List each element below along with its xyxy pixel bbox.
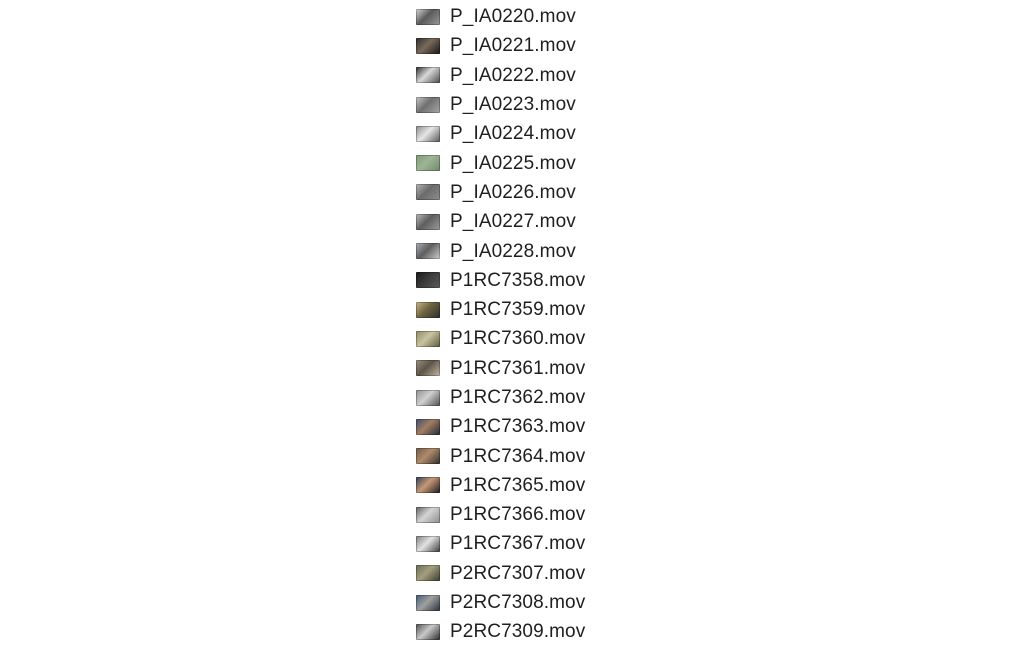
- file-row[interactable]: P_IA0223.mov: [416, 90, 656, 119]
- file-name: P1RC7367.mov: [450, 533, 586, 555]
- video-thumbnail-icon: [416, 272, 440, 289]
- file-name: P1RC7366.mov: [450, 504, 586, 526]
- video-thumbnail-icon: [416, 477, 440, 494]
- video-thumbnail-icon: [416, 448, 440, 465]
- file-name: P1RC7358.mov: [450, 269, 586, 291]
- file-name: P1RC7361.mov: [450, 357, 586, 379]
- video-thumbnail-icon: [416, 155, 440, 172]
- file-name: P_IA0222.mov: [450, 64, 576, 86]
- file-row[interactable]: P2RC7307.mov: [416, 559, 656, 588]
- file-row[interactable]: P2RC7309.mov: [416, 617, 656, 646]
- file-row[interactable]: P_IA0225.mov: [416, 148, 656, 177]
- file-name: P_IA0221.mov: [450, 35, 576, 57]
- video-thumbnail-icon: [416, 389, 440, 406]
- file-name: P_IA0228.mov: [450, 240, 576, 262]
- video-thumbnail-icon: [416, 330, 440, 347]
- file-row[interactable]: P_IA0228.mov: [416, 236, 656, 265]
- file-row[interactable]: P_IA0226.mov: [416, 178, 656, 207]
- file-name: P_IA0226.mov: [450, 181, 576, 203]
- video-thumbnail-icon: [416, 418, 440, 435]
- video-thumbnail-icon: [416, 184, 440, 201]
- video-thumbnail-icon: [416, 565, 440, 582]
- file-row[interactable]: P1RC7367.mov: [416, 529, 656, 558]
- video-thumbnail-icon: [416, 506, 440, 523]
- video-thumbnail-icon: [416, 37, 440, 54]
- file-row[interactable]: P1RC7361.mov: [416, 354, 656, 383]
- file-row[interactable]: P1RC7362.mov: [416, 383, 656, 412]
- file-name: P1RC7363.mov: [450, 416, 586, 438]
- file-list: P_IA0220.mov P_IA0221.mov P_IA0222.mov P_IA…: [416, 2, 656, 647]
- file-row[interactable]: P1RC7358.mov: [416, 266, 656, 295]
- video-thumbnail-icon: [416, 360, 440, 377]
- file-row[interactable]: P_IA0224.mov: [416, 119, 656, 148]
- file-name: P2RC7309.mov: [450, 621, 586, 643]
- file-name: P_IA0225.mov: [450, 152, 576, 174]
- file-row[interactable]: P1RC7360.mov: [416, 324, 656, 353]
- file-row[interactable]: P1RC7365.mov: [416, 471, 656, 500]
- video-thumbnail-icon: [416, 594, 440, 611]
- file-row[interactable]: P_IA0220.mov: [416, 2, 656, 31]
- file-name: P1RC7364.mov: [450, 445, 586, 467]
- video-thumbnail-icon: [416, 535, 440, 552]
- file-name: P_IA0224.mov: [450, 123, 576, 145]
- video-thumbnail-icon: [416, 125, 440, 142]
- file-row[interactable]: P_IA0222.mov: [416, 61, 656, 90]
- video-thumbnail-icon: [416, 301, 440, 318]
- video-thumbnail-icon: [416, 67, 440, 84]
- file-row[interactable]: P1RC7366.mov: [416, 500, 656, 529]
- file-name: P_IA0220.mov: [450, 6, 576, 28]
- file-row[interactable]: P2RC7308.mov: [416, 588, 656, 617]
- file-name: P1RC7359.mov: [450, 299, 586, 321]
- video-thumbnail-icon: [416, 96, 440, 113]
- file-name: P1RC7365.mov: [450, 474, 586, 496]
- file-row[interactable]: P1RC7359.mov: [416, 295, 656, 324]
- file-name: P1RC7362.mov: [450, 387, 586, 408]
- file-row[interactable]: P1RC7364.mov: [416, 441, 656, 470]
- file-row[interactable]: P1RC7363.mov: [416, 412, 656, 441]
- file-name: P_IA0223.mov: [450, 94, 576, 116]
- file-name: P1RC7360.mov: [450, 328, 586, 350]
- file-name: P2RC7308.mov: [450, 592, 586, 614]
- video-thumbnail-icon: [416, 213, 440, 230]
- file-row[interactable]: P_IA0227.mov: [416, 207, 656, 236]
- video-thumbnail-icon: [416, 623, 440, 640]
- video-thumbnail-icon: [416, 8, 440, 25]
- file-name: P_IA0227.mov: [450, 211, 576, 233]
- file-row[interactable]: P_IA0221.mov: [416, 31, 656, 60]
- video-thumbnail-icon: [416, 243, 440, 260]
- file-name: P2RC7307.mov: [450, 562, 586, 584]
